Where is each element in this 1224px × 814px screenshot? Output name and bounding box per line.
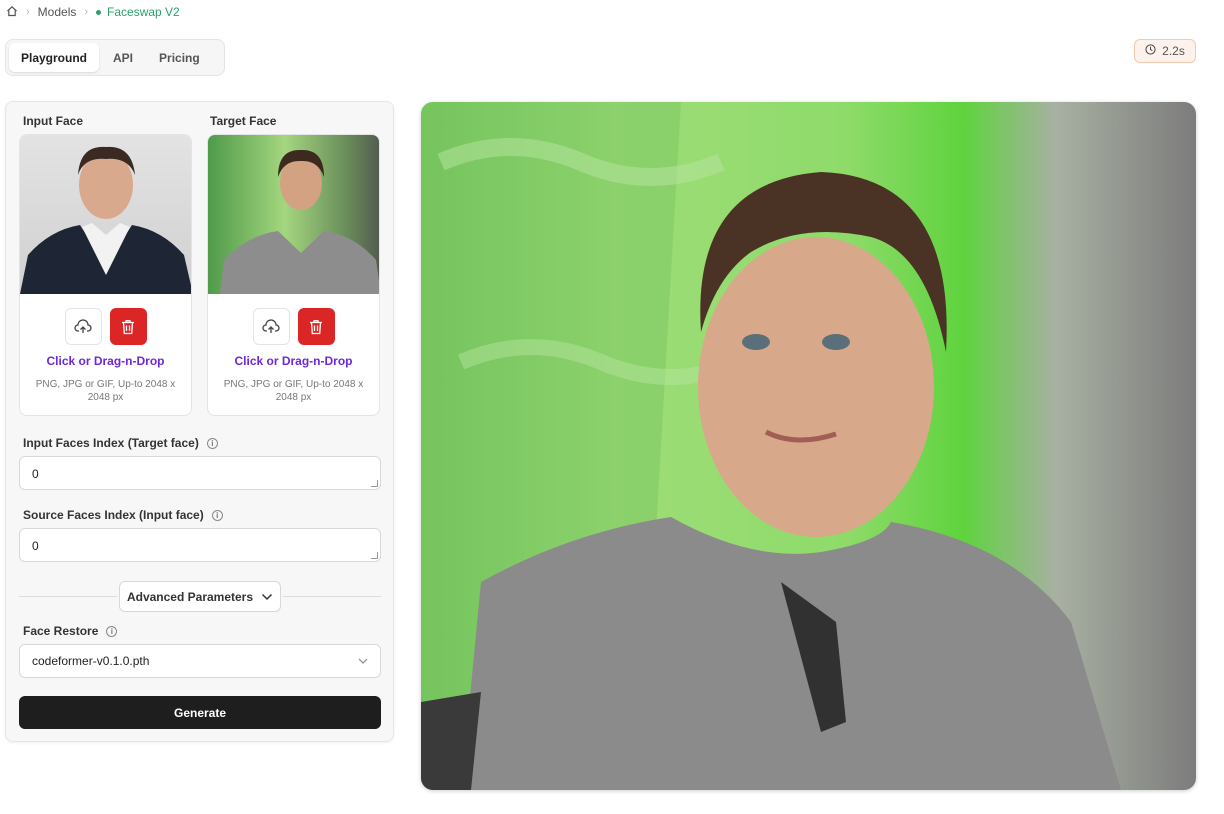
tab-playground[interactable]: Playground [9,43,100,72]
resize-handle-icon[interactable] [371,552,378,559]
cloud-upload-icon [262,318,280,333]
delete-button[interactable] [297,308,335,345]
trash-icon [122,319,134,334]
trash-icon [310,319,322,334]
source-faces-index-field[interactable]: 0 [19,528,381,562]
target-face-upload[interactable]: Click or Drag-n-Drop PNG, JPG or GIF, Up… [207,134,380,416]
clock-icon [1145,44,1156,58]
source-faces-index-value: 0 [32,539,39,553]
info-icon[interactable]: i [211,509,223,521]
breadcrumb-models[interactable]: Models [38,5,77,19]
chevron-right-icon: › [84,6,89,18]
home-icon[interactable] [6,5,18,20]
breadcrumb-current-label: Faceswap V2 [107,5,180,19]
status-dot [96,9,102,15]
face-restore-select[interactable]: codeformer-v0.1.0.pth [19,644,381,678]
target-face-image [208,135,379,294]
cloud-upload-icon [74,318,92,333]
face-restore-value: codeformer-v0.1.0.pth [32,654,150,668]
input-face-label: Input Face [23,114,84,128]
output-image [421,102,1196,790]
input-face-image [20,135,191,294]
chevron-right-icon: › [26,6,30,18]
face-restore-label: Face Restore i [23,624,118,638]
target-face-actions [208,308,379,345]
info-icon[interactable]: i [206,437,218,449]
divider-left [19,596,117,597]
upload-button[interactable] [252,308,290,345]
input-face-actions [20,308,191,345]
divider-right [283,596,381,597]
upload-hint: PNG, JPG or GIF, Up-to 2048 x 2048 px [35,379,176,403]
upload-button[interactable] [64,308,102,345]
target-face-label: Target Face [210,114,277,128]
chevron-down-icon [358,658,368,664]
input-face-upload[interactable]: Click or Drag-n-Drop PNG, JPG or GIF, Up… [19,134,192,416]
generate-button[interactable]: Generate [19,696,381,729]
info-icon[interactable]: i [106,625,118,637]
source-faces-index-label: Source Faces Index (Input face) i [23,508,223,522]
input-faces-index-label: Input Faces Index (Target face) i [23,436,218,450]
source-faces-index-label-text: Source Faces Index (Input face) [23,508,204,522]
settings-panel: Input Face Click or Drag-n-Drop PNG, JPG… [5,101,394,742]
drop-zone-text[interactable]: Click or Drag-n-Drop [208,354,379,368]
breadcrumb: › Models › Faceswap V2 [6,4,180,20]
chevron-down-icon [262,593,273,600]
tab-api[interactable]: API [101,43,145,72]
tab-pricing[interactable]: Pricing [147,43,212,72]
delete-button[interactable] [109,308,147,345]
input-faces-index-field[interactable]: 0 [19,456,381,490]
drop-zone-text[interactable]: Click or Drag-n-Drop [20,354,191,368]
timing-value: 2.2s [1162,44,1185,58]
breadcrumb-current: Faceswap V2 [96,5,180,19]
input-faces-index-label-text: Input Faces Index (Target face) [23,436,199,450]
upload-hint: PNG, JPG or GIF, Up-to 2048 x 2048 px [223,379,364,403]
advanced-parameters-label: Advanced Parameters [126,589,254,604]
tab-bar: Playground API Pricing [5,39,225,76]
advanced-parameters-button[interactable]: Advanced Parameters [119,581,281,612]
input-faces-index-value: 0 [32,467,39,481]
resize-handle-icon[interactable] [371,480,378,487]
face-restore-label-text: Face Restore [23,624,99,638]
timing-badge: 2.2s [1134,39,1196,63]
